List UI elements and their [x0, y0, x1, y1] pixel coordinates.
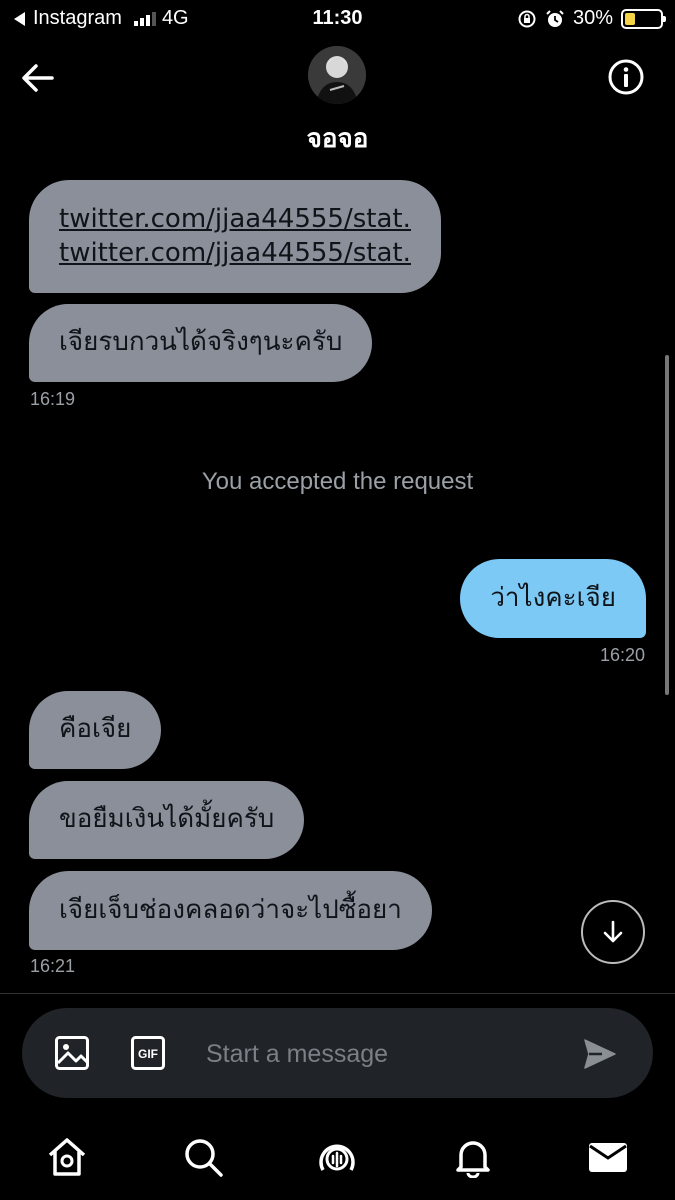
message-composer: GIF	[22, 1008, 653, 1098]
message-timestamp: 16:21	[30, 956, 76, 976]
message-text: ว่าไงคะเจีย	[490, 583, 616, 613]
message-bubble[interactable]: เจียเจ็บช่องคลอดว่าจะไปซื้อยา	[29, 871, 432, 950]
gif-icon[interactable]: GIF	[130, 1035, 166, 1071]
message-bubble-links[interactable]: twitter.com/jjaa44555/stat... twitter.co…	[29, 180, 441, 293]
message-text: ขอยืมเงินได้มั้ยครับ	[59, 804, 275, 834]
message-bubble-outgoing[interactable]: ว่าไงคะเจีย	[460, 559, 646, 638]
search-icon[interactable]	[182, 1136, 224, 1178]
avatar[interactable]	[308, 46, 366, 104]
gif-label: GIF	[138, 1047, 158, 1061]
send-icon[interactable]	[582, 1036, 618, 1072]
contact-name[interactable]: จอจอ	[0, 118, 675, 159]
bottom-tab-bar	[0, 1120, 675, 1200]
message-bubble[interactable]: ขอยืมเงินได้มั้ยครับ	[29, 781, 305, 859]
status-bar: Instagram 4G 11:30 30%	[0, 0, 675, 40]
message-timestamp: 16:19	[30, 389, 76, 409]
battery-icon	[621, 8, 666, 29]
divider	[0, 993, 675, 994]
message-link[interactable]: twitter.com/jjaa44555/stat...	[59, 202, 411, 236]
alarm-icon	[546, 9, 564, 27]
scrollbar[interactable]	[665, 355, 669, 695]
arrow-down-icon	[603, 920, 623, 943]
message-bubble[interactable]: คือเจีย	[29, 691, 162, 769]
home-icon[interactable]	[46, 1136, 88, 1178]
message-bubble[interactable]: เจียรบกวนได้จริงๆนะครับ	[29, 304, 373, 382]
message-text: เจียเจ็บช่องคลอดว่าจะไปซื้อยา	[59, 895, 402, 925]
battery-label: 30%	[572, 7, 613, 29]
messages-icon[interactable]	[587, 1136, 629, 1178]
status-right: 30%	[517, 7, 666, 30]
message-link[interactable]: twitter.com/jjaa44555/stat...	[59, 236, 411, 270]
conversation-header: จอจอ	[0, 40, 675, 160]
system-message: You accepted the request	[201, 468, 474, 495]
message-text: คือเจีย	[59, 714, 132, 744]
spaces-icon[interactable]	[316, 1136, 358, 1178]
message-timestamp: 16:20	[599, 645, 645, 665]
arrow-left-icon[interactable]	[18, 58, 58, 98]
orientation-lock-icon	[518, 10, 536, 27]
info-icon[interactable]	[607, 58, 645, 96]
notifications-icon[interactable]	[452, 1136, 494, 1178]
message-input[interactable]	[206, 1034, 546, 1074]
message-text: เจียรบกวนได้จริงๆนะครับ	[59, 327, 343, 357]
scroll-to-bottom-button[interactable]	[581, 900, 645, 964]
image-icon[interactable]	[54, 1035, 90, 1071]
